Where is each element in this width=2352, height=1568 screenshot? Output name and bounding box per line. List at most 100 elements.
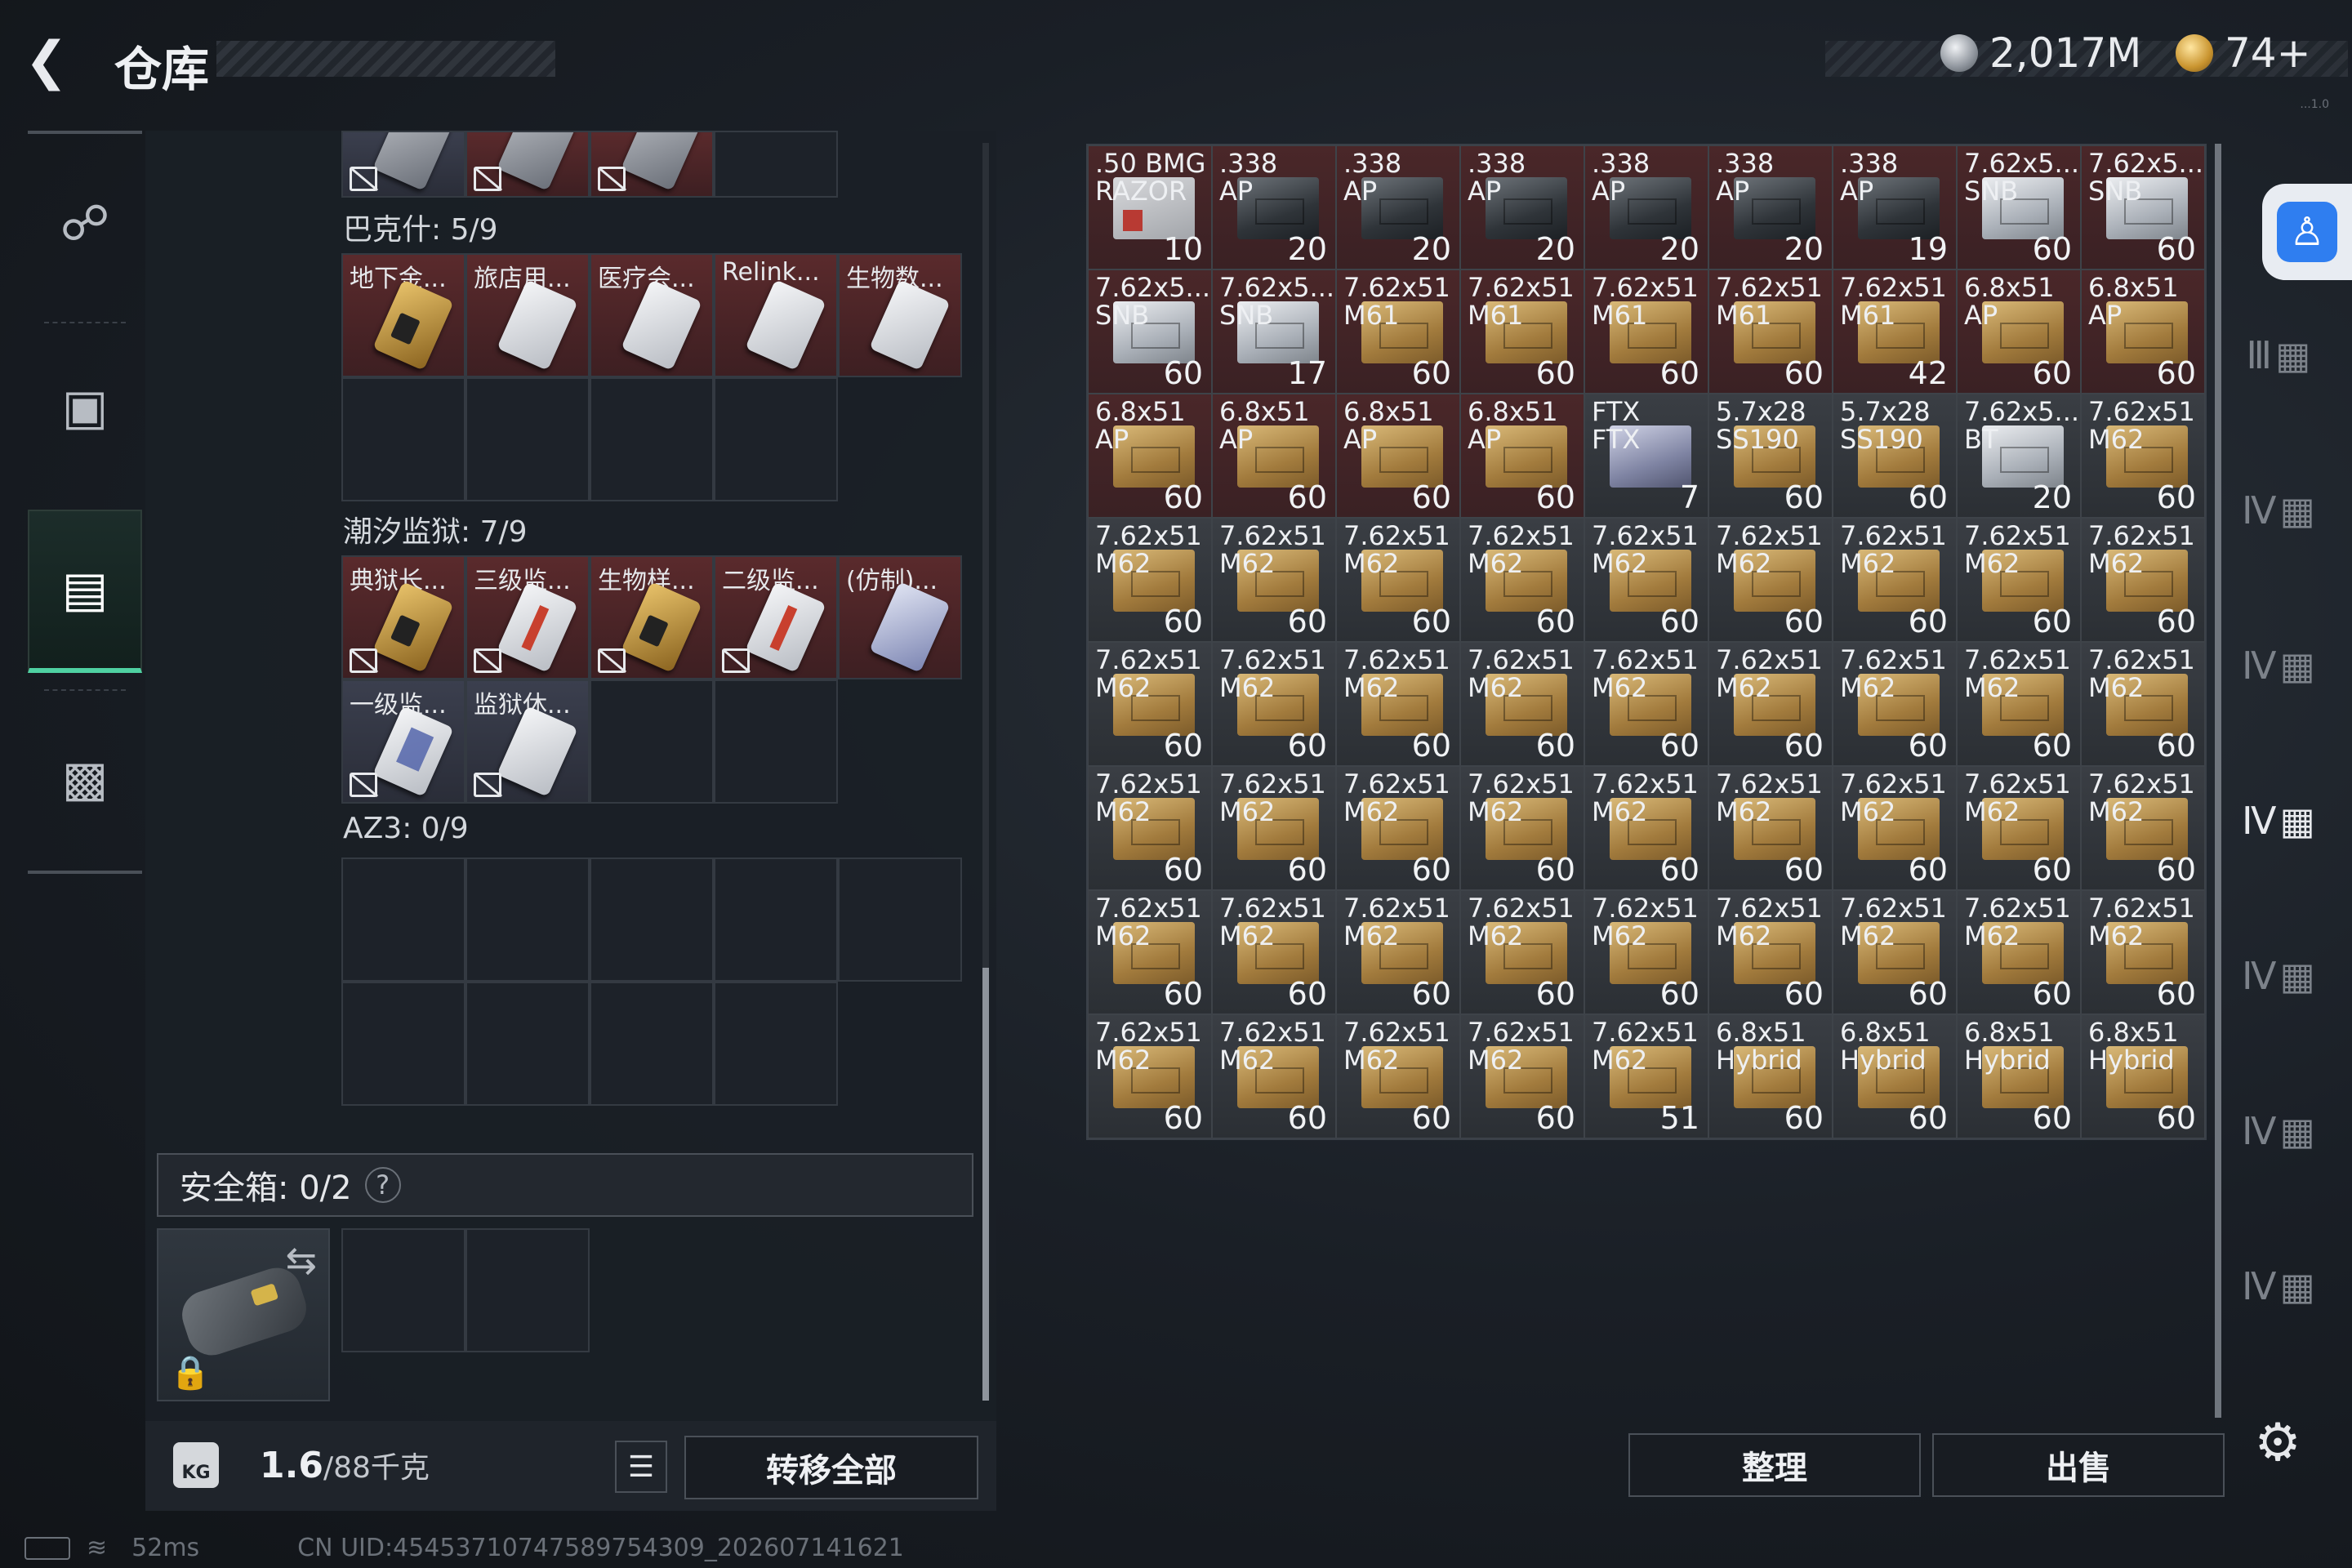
storage-slot[interactable]: 6.8x51 AP 60 [1088,394,1212,518]
storage-slot[interactable]: 7.62x51 M61 42 [1833,270,1957,394]
key-slot[interactable] [590,131,714,198]
storage-slot[interactable]: 7.62x51 M62 60 [2081,518,2205,642]
storage-scrollbar[interactable] [2215,144,2221,1418]
back-arrow-icon[interactable]: ❮ [24,33,82,90]
storage-scroll-thumb[interactable] [2215,144,2221,1418]
storage-slot[interactable]: 7.62x5... BT 20 [1957,394,2081,518]
storage-page-tab[interactable]: Ⅳ ▦ [2234,1070,2323,1192]
storage-slot[interactable]: 6.8x51 Hybrid 60 [1957,1014,2081,1138]
storage-slot[interactable]: 7.62x51 M62 60 [1957,766,2081,890]
storage-slot[interactable]: 7.62x51 M62 60 [1212,518,1336,642]
storage-slot[interactable]: 7.62x51 M62 60 [1212,1014,1336,1138]
storage-slot[interactable]: 7.62x51 M62 60 [1833,642,1957,766]
storage-slot[interactable]: 7.62x51 M61 60 [1460,270,1584,394]
storage-slot[interactable]: 7.62x51 M62 60 [1957,642,2081,766]
storage-slot[interactable]: 7.62x5... SNB 17 [1212,270,1336,394]
key-slot[interactable]: 一级监... [341,679,466,804]
gear-icon[interactable]: ⚙ [2247,1413,2308,1473]
storage-slot[interactable]: 7.62x51 M62 60 [1336,642,1460,766]
empty-slot[interactable] [590,858,714,982]
key-slot[interactable]: (仿制)... [838,555,962,679]
storage-page-tab[interactable]: Ⅳ ▦ [2234,449,2323,572]
storage-slot[interactable]: 7.62x51 M62 60 [2081,642,2205,766]
empty-slot[interactable] [714,679,838,804]
transfer-all-button[interactable]: 转移全部 [684,1436,978,1499]
help-icon[interactable]: ? [364,1167,401,1203]
key-slot[interactable]: 二级监... [714,555,838,679]
empty-slot[interactable] [341,858,466,982]
safe-case-slot[interactable]: ⇆ 🔒 [157,1228,330,1401]
nav-gear[interactable]: ▣ [28,326,142,489]
storage-slot[interactable]: 7.62x51 M62 60 [1833,766,1957,890]
storage-slot[interactable]: 7.62x51 M62 60 [1708,518,1833,642]
storage-slot[interactable]: 7.62x51 M62 60 [1460,642,1584,766]
sort-button[interactable]: 整理 [1628,1433,1921,1497]
storage-slot[interactable]: 7.62x51 M62 60 [1460,1014,1584,1138]
storage-slot[interactable]: 7.62x51 M62 60 [2081,394,2205,518]
storage-slot[interactable]: 7.62x51 M62 60 [1336,890,1460,1014]
storage-slot[interactable]: 7.62x51 M62 60 [1088,518,1212,642]
storage-slot[interactable]: 7.62x51 M62 60 [1584,766,1708,890]
storage-slot[interactable]: .338 AP 20 [1336,145,1460,270]
storage-slot[interactable]: 7.62x51 M62 60 [1833,890,1957,1014]
nav-case[interactable]: ▩ [28,697,142,861]
storage-slot[interactable]: 6.8x51 AP 60 [1212,394,1336,518]
storage-slot[interactable]: .338 AP 20 [1212,145,1336,270]
storage-page-tab[interactable]: Ⅳ ▦ [2234,915,2323,1037]
storage-slot[interactable]: 7.62x51 M62 60 [1336,1014,1460,1138]
list-view-button[interactable]: ☰ [615,1441,667,1493]
storage-slot[interactable]: 7.62x5... SNB 60 [1957,145,2081,270]
storage-slot[interactable]: 7.62x51 M62 60 [1336,766,1460,890]
storage-slot[interactable]: .50 BMG RAZOR 10 [1088,145,1212,270]
storage-page-tab[interactable]: Ⅳ ▦ [2234,604,2323,727]
storage-slot[interactable]: 7.62x51 M62 60 [1212,890,1336,1014]
storage-slot[interactable]: 7.62x51 M62 60 [1088,766,1212,890]
storage-slot[interactable]: 7.62x51 M62 60 [1460,890,1584,1014]
storage-slot[interactable]: 7.62x51 M61 60 [1584,270,1708,394]
storage-slot[interactable]: 7.62x51 M62 60 [1708,766,1833,890]
key-slot[interactable]: 监狱休... [466,679,590,804]
storage-slot[interactable]: 7.62x5... SNB 60 [2081,145,2205,270]
key-slot[interactable]: 旅店用... [466,253,590,377]
storage-slot[interactable]: 7.62x51 M62 60 [1708,642,1833,766]
key-slot[interactable]: Relink... [714,253,838,377]
key-slot[interactable]: 地下金... [341,253,466,377]
storage-page-tab[interactable]: Ⅲ ▦ [2234,294,2323,416]
storage-slot[interactable]: 7.62x51 M62 51 [1584,1014,1708,1138]
storage-slot[interactable]: 7.62x51 M62 60 [1957,890,2081,1014]
key-slot[interactable] [341,131,466,198]
empty-slot[interactable] [714,131,838,198]
storage-slot[interactable]: 7.62x51 M62 60 [1088,1014,1212,1138]
storage-slot[interactable]: 6.8x51 AP 60 [1957,270,2081,394]
empty-slot[interactable] [590,377,714,501]
storage-slot[interactable]: 5.7x28 SS190 60 [1833,394,1957,518]
key-slot[interactable]: 生物数... [838,253,962,377]
storage-slot[interactable]: .338 AP 20 [1584,145,1708,270]
empty-slot[interactable] [466,377,590,501]
storage-slot[interactable]: 7.62x51 M62 60 [1833,518,1957,642]
swap-icon[interactable]: ⇆ [285,1238,317,1282]
storage-slot[interactable]: .338 AP 20 [1460,145,1584,270]
storage-slot[interactable]: 7.62x51 M62 60 [1088,890,1212,1014]
empty-slot[interactable] [341,1228,466,1352]
key-slot[interactable]: 典狱长... [341,555,466,679]
storage-slot[interactable]: 7.62x51 M62 60 [1957,518,2081,642]
storage-slot[interactable]: .338 AP 19 [1833,145,1957,270]
silver-currency[interactable]: 2,017M [1940,29,2141,77]
empty-slot[interactable] [341,982,466,1106]
nav-storage[interactable]: ▤ [28,510,142,673]
storage-slot[interactable]: 7.62x51 M62 60 [2081,890,2205,1014]
storage-page-tab[interactable]: Ⅳ ▦ [2234,1225,2323,1348]
storage-slot[interactable]: 7.62x51 M62 60 [1584,518,1708,642]
empty-slot[interactable] [341,377,466,501]
storage-slot[interactable]: 7.62x51 M62 60 [1708,890,1833,1014]
empty-slot[interactable] [590,982,714,1106]
left-scrollbar[interactable] [982,143,989,1401]
gold-currency[interactable]: 74+ [2176,29,2311,77]
storage-slot[interactable]: 7.62x51 M62 60 [1584,642,1708,766]
storage-slot[interactable]: 5.7x28 SS190 60 [1708,394,1833,518]
storage-slot[interactable]: 7.62x51 M62 60 [1336,518,1460,642]
key-slot[interactable]: 医疗会... [590,253,714,377]
key-slot[interactable]: 三级监... [466,555,590,679]
storage-slot[interactable]: 7.62x51 M62 60 [1212,642,1336,766]
